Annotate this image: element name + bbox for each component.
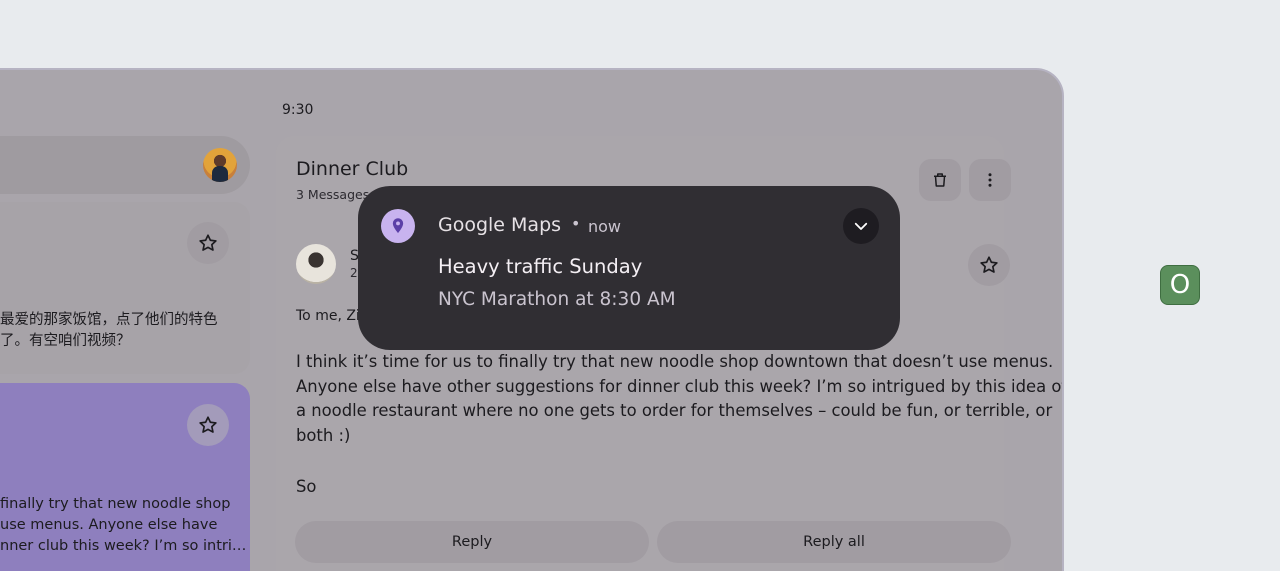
delete-button[interactable]: [919, 159, 961, 201]
message-preview: finally try that new noodle shop use men…: [0, 496, 247, 554]
list-item-selected[interactable]: finally try that new noodle shop use men…: [0, 383, 250, 571]
star-button[interactable]: [187, 404, 229, 446]
expand-button[interactable]: [843, 208, 879, 244]
more-options-button[interactable]: [969, 159, 1011, 201]
notification-title: Heavy traffic Sunday: [438, 255, 643, 278]
message-preview: 最爱的那家饭馆，点了他们的特色 了。有空咱们视频？: [0, 312, 218, 349]
signature: So: [296, 477, 317, 496]
overview-button[interactable]: O: [1160, 265, 1200, 305]
reply-all-button[interactable]: Reply all: [657, 521, 1011, 563]
star-icon: [980, 256, 998, 273]
list-item[interactable]: 最爱的那家饭馆，点了他们的特色 了。有空咱们视频？: [0, 202, 250, 374]
more-vert-icon: [988, 173, 992, 187]
star-icon: [199, 416, 217, 433]
account-avatar[interactable]: [203, 148, 237, 182]
separator-dot: •: [571, 214, 581, 233]
status-time: 9:30: [282, 102, 314, 118]
trash-icon: [934, 173, 946, 187]
location-pin-icon: [381, 209, 415, 243]
notification-app-name: Google Maps: [438, 214, 562, 236]
message-count: 3 Messages: [296, 187, 370, 202]
notification-text: NYC Marathon at 8:30 AM: [438, 289, 676, 310]
sender-avatar: [296, 244, 336, 284]
star-icon: [199, 234, 217, 251]
star-button[interactable]: [187, 222, 229, 264]
star-button[interactable]: [968, 244, 1010, 286]
notification-time: now: [588, 217, 622, 236]
thread-title: Dinner Club: [296, 158, 409, 180]
chevron-down-icon: [854, 222, 868, 230]
reply-button[interactable]: Reply: [295, 521, 649, 563]
heads-up-notification[interactable]: Google Maps • now Heavy traffic Sunday N…: [358, 186, 900, 350]
message-body: I think it’s time for us to finally try …: [296, 352, 1064, 445]
